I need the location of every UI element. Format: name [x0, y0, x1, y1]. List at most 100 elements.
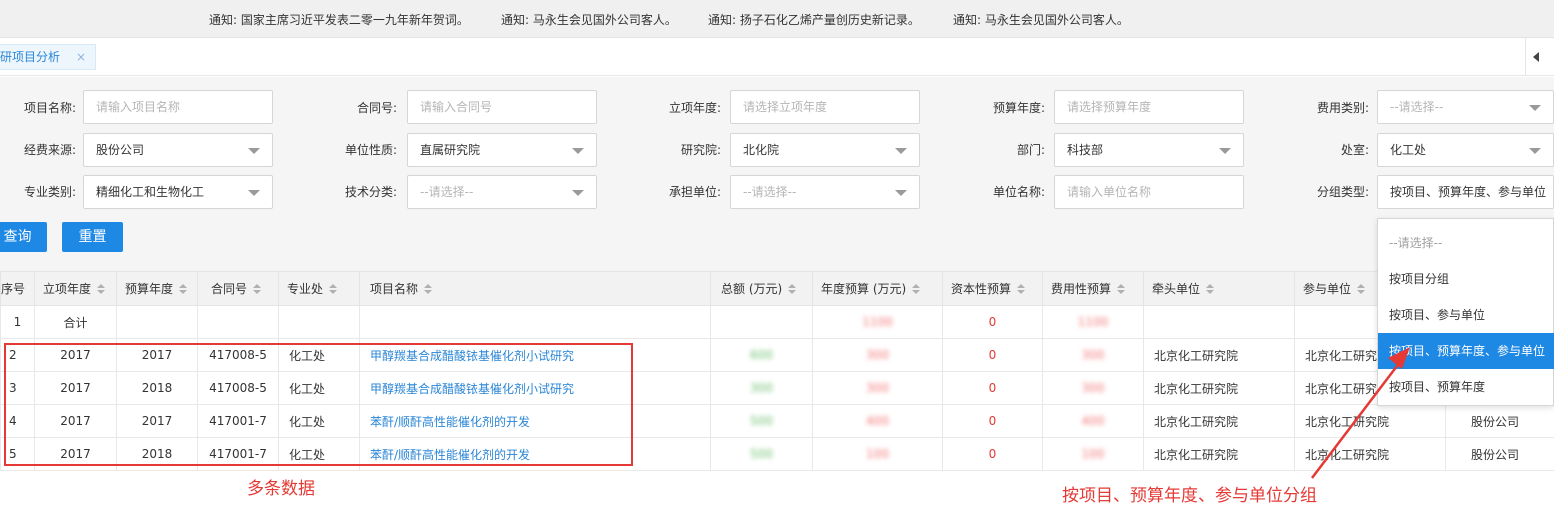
tab-label: 科研项目分析 — [0, 50, 61, 64]
notice-item[interactable]: 通知: 马永生会见国外公司客人。 — [953, 11, 1129, 28]
col-budget-year[interactable]: 预算年度 — [116, 271, 198, 306]
col-total[interactable]: 总额 (万元) — [710, 271, 813, 306]
notice-item[interactable]: 通知: 国家主席习近平发表二零一九年新年贺词。 — [209, 11, 469, 28]
col-lead-unit[interactable]: 牵头单位 — [1143, 271, 1295, 306]
cell-capital: 0 — [942, 404, 1043, 438]
col-office[interactable]: 专业处 — [278, 271, 360, 306]
sort-icon[interactable] — [424, 284, 433, 295]
label-department: 部门: — [1016, 143, 1045, 157]
close-icon[interactable]: × — [76, 45, 86, 69]
col-contract[interactable]: 合同号 — [197, 271, 279, 306]
cell-capital: 0 — [942, 437, 1043, 471]
tech-class-value: --请选择-- — [420, 185, 474, 199]
label-fund-source: 经费来源: — [23, 143, 76, 157]
dropdown-option[interactable]: 按项目、参与单位 — [1378, 297, 1554, 333]
col-project-name[interactable]: 项目名称 — [359, 271, 711, 306]
label-start-year: 立项年度: — [668, 101, 721, 115]
dropdown-option-selected[interactable]: 按项目、预算年度、参与单位 — [1378, 333, 1554, 369]
department-select[interactable]: 科技部 — [1054, 133, 1244, 167]
project-name-input[interactable]: 请输入项目名称 — [83, 90, 273, 124]
col-label: 牵头单位 — [1152, 282, 1201, 296]
col-annual-budget[interactable]: 年度预算 (万元) — [812, 271, 943, 306]
chevron-down-icon — [572, 190, 584, 196]
col-label: 立项年度 — [43, 282, 92, 296]
col-expense-budget[interactable]: 费用性预算 — [1042, 271, 1144, 306]
cell-total: 300 — [710, 371, 813, 405]
cell-lead: 北京化工研究院 — [1143, 437, 1295, 471]
cell-expense: 1100 — [1042, 305, 1144, 339]
undertaker-select[interactable]: --请选择-- — [730, 175, 920, 209]
label-undertaker: 承担单位: — [668, 185, 721, 199]
col-label: 合同号 — [211, 282, 248, 296]
query-button[interactable]: 查询 — [0, 222, 47, 252]
chevron-down-icon — [248, 190, 260, 196]
notice-item[interactable]: 通知: 扬子石化乙烯产量创历史新记录。 — [708, 11, 920, 28]
cell-capital: 0 — [942, 305, 1043, 339]
label-office: 处室: — [1340, 143, 1369, 157]
specialty-select[interactable]: 精细化工和生物化工 — [83, 175, 273, 209]
institute-select[interactable]: 北化院 — [730, 133, 920, 167]
label-institute: 研究院: — [680, 143, 721, 157]
dropdown-option[interactable]: 按项目、预算年度 — [1378, 369, 1554, 405]
budget-year-picker[interactable]: 请选择预算年度 — [1054, 90, 1244, 124]
table-header: 序号 立项年度 预算年度 合同号 专业处 项目名称 总额 (万元) 年度预算 (… — [0, 271, 1554, 306]
label-unit-nature: 单位性质: — [344, 143, 397, 157]
cell-seq: 1 — [0, 305, 35, 339]
blurred-value: 300 — [866, 381, 889, 395]
unit-nature-select[interactable]: 直属研究院 — [407, 133, 597, 167]
label-unit-name: 单位名称: — [992, 185, 1045, 199]
institute-value: 北化院 — [743, 143, 780, 157]
table-row-total: 1 合计 1100 0 1100 — [0, 305, 1554, 339]
col-capital-budget[interactable]: 资本性预算 — [942, 271, 1043, 306]
dropdown-option[interactable]: 按项目分组 — [1378, 261, 1554, 297]
cell-expense: 300 — [1042, 371, 1144, 405]
cell — [278, 305, 360, 339]
sort-icon[interactable] — [788, 284, 797, 295]
cell-extra: 股份公司 — [1445, 437, 1554, 471]
label-budget-year: 预算年度: — [992, 101, 1045, 115]
fund-source-select[interactable]: 股份公司 — [83, 133, 273, 167]
office-select[interactable]: 化工处 — [1377, 133, 1554, 167]
specialty-value: 精细化工和生物化工 — [96, 185, 205, 199]
unit-name-input[interactable]: 请输入单位名称 — [1054, 175, 1244, 209]
tech-class-select[interactable]: --请选择-- — [407, 175, 597, 209]
cell-expense: 300 — [1042, 338, 1144, 372]
dropdown-option[interactable]: --请选择-- — [1378, 225, 1554, 261]
department-value: 科技部 — [1067, 143, 1104, 157]
contract-no-input[interactable]: 请输入合同号 — [407, 90, 597, 124]
group-type-select[interactable]: 按项目、预算年度、参与单位 — [1377, 175, 1554, 209]
label-tech-class: 技术分类: — [344, 185, 397, 199]
sort-icon[interactable] — [1117, 284, 1126, 295]
chevron-down-icon — [1529, 148, 1541, 154]
sort-icon[interactable] — [253, 284, 262, 295]
cell-annual: 100 — [812, 437, 943, 471]
sort-icon[interactable] — [912, 284, 921, 295]
sort-icon[interactable] — [329, 284, 338, 295]
sort-icon[interactable] — [1017, 284, 1026, 295]
annotation-note-multi-rows: 多条数据 — [247, 479, 315, 499]
blurred-value: 600 — [750, 348, 773, 362]
col-label: 预算年度 — [125, 282, 174, 296]
cell-total-label: 合计 — [34, 305, 117, 339]
sort-icon[interactable] — [1206, 284, 1215, 295]
label-group-type: 分组类型: — [1316, 185, 1369, 199]
cell-annual: 300 — [812, 338, 943, 372]
reset-button[interactable]: 重置 — [62, 222, 123, 252]
cost-type-select[interactable]: --请选择-- — [1377, 90, 1554, 124]
cell — [116, 305, 198, 339]
sort-icon[interactable] — [179, 284, 188, 295]
sort-icon[interactable] — [97, 284, 106, 295]
cell-lead: 北京化工研究院 — [1143, 338, 1295, 372]
col-start-year[interactable]: 立项年度 — [34, 271, 117, 306]
tab-research-analysis[interactable]: 科研项目分析 × — [0, 44, 96, 70]
office-value: 化工处 — [1390, 143, 1427, 157]
cell-total: 600 — [710, 338, 813, 372]
sort-icon[interactable] — [1357, 284, 1366, 295]
col-label: 总额 (万元) — [721, 282, 783, 296]
chevron-down-icon — [895, 190, 907, 196]
cell-annual: 400 — [812, 404, 943, 438]
col-label: 项目名称 — [370, 282, 419, 296]
chevron-left-icon[interactable] — [1533, 52, 1539, 62]
notice-item[interactable]: 通知: 马永生会见国外公司客人。 — [501, 11, 677, 28]
start-year-picker[interactable]: 请选择立项年度 — [730, 90, 920, 124]
